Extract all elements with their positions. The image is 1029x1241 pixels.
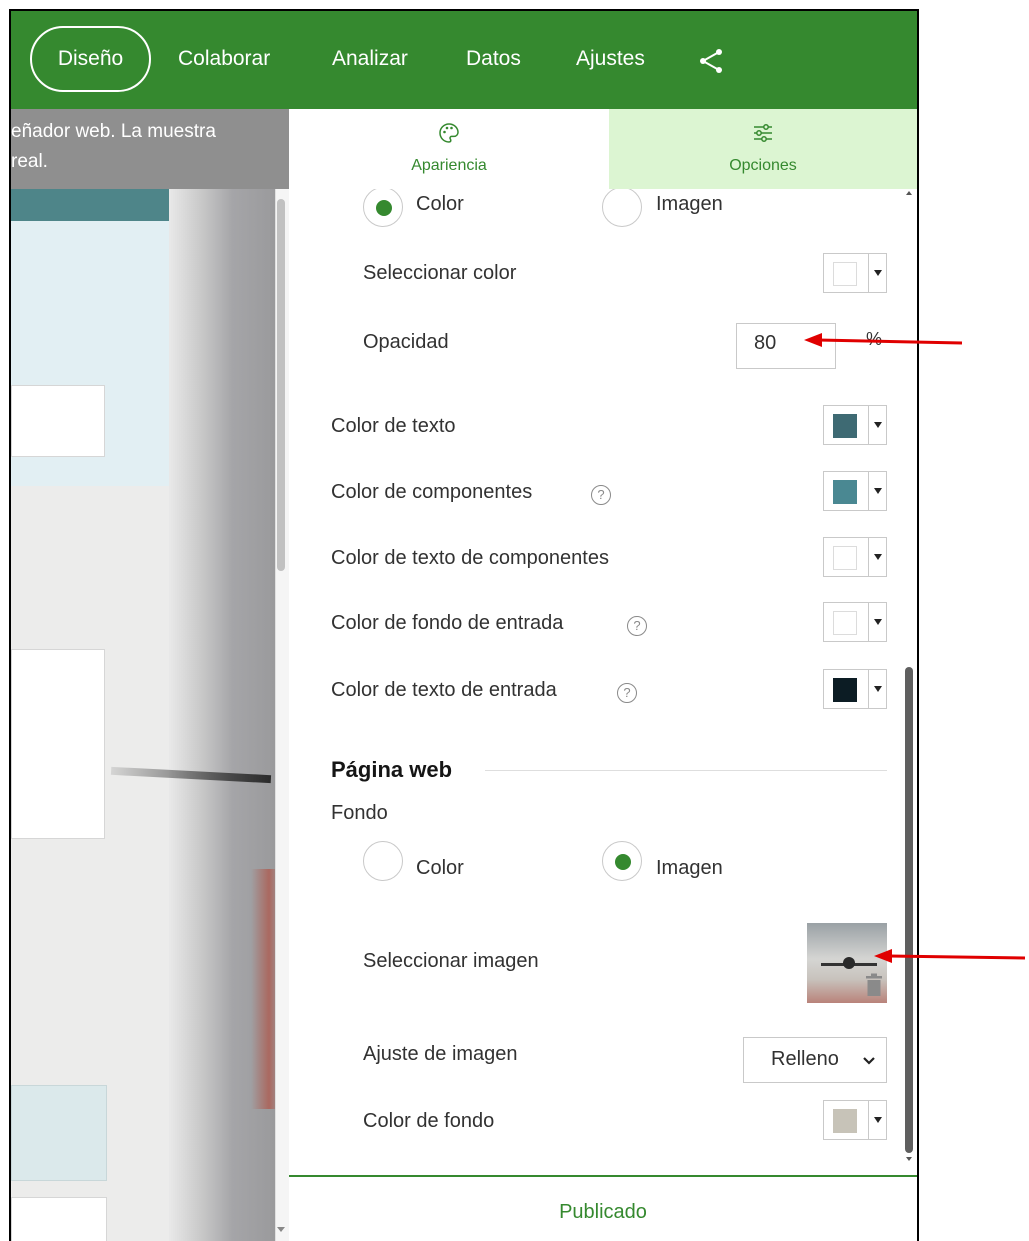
opacity-unit: % xyxy=(866,329,883,349)
help-icon[interactable]: ? xyxy=(627,616,647,636)
scroll-down-arrow[interactable] xyxy=(906,1157,912,1161)
trash-icon[interactable] xyxy=(865,973,883,997)
text-color-swatch[interactable] xyxy=(823,405,887,445)
tab-label: Opciones xyxy=(729,157,797,174)
color-chip xyxy=(833,611,857,635)
components-color-label: Color de componentes xyxy=(331,481,533,503)
swatch-divider xyxy=(868,406,869,444)
swatch-divider xyxy=(868,472,869,510)
select-color-swatch[interactable] xyxy=(823,253,887,293)
palette-icon xyxy=(439,123,459,143)
image-fit-select[interactable]: Relleno xyxy=(743,1037,887,1083)
swatch-divider xyxy=(868,603,869,641)
section-divider xyxy=(485,770,887,771)
panel-content: Color Imagen Seleccionar color Opacidad … xyxy=(289,189,901,1165)
preview-input-box xyxy=(11,385,105,457)
input-text-color-swatch[interactable] xyxy=(823,669,887,709)
color-chip xyxy=(833,414,857,438)
nav-item-analizar[interactable]: Analizar xyxy=(332,47,408,71)
text-color-label: Color de texto xyxy=(331,415,456,437)
input-bg-color-label: Color de fondo de entrada xyxy=(331,612,564,634)
select-color-label: Seleccionar color xyxy=(363,262,517,284)
caret-down-icon xyxy=(874,422,882,428)
preview-scrollbar-thumb[interactable] xyxy=(277,199,285,571)
nav-item-label: Diseño xyxy=(57,47,124,70)
help-icon[interactable]: ? xyxy=(591,485,611,505)
drone-image-detail xyxy=(843,957,855,969)
background-image-thumbnail[interactable] xyxy=(807,923,887,1003)
caret-down-icon xyxy=(874,488,882,494)
tab-apariencia[interactable]: Apariencia xyxy=(289,109,609,189)
bg-color-label: Color de fondo xyxy=(363,1110,495,1132)
nav-item-diseno[interactable]: Diseño xyxy=(30,26,151,92)
radio-color[interactable] xyxy=(363,841,403,881)
app-window: Diseño Colaborar Analizar Datos Ajustes … xyxy=(9,9,919,1241)
top-nav: Diseño Colaborar Analizar Datos Ajustes xyxy=(11,11,917,109)
caret-down-icon xyxy=(874,270,882,276)
swatch-divider xyxy=(868,670,869,708)
radio-color[interactable] xyxy=(363,189,403,227)
color-chip xyxy=(833,262,857,286)
nav-item-colaborar[interactable]: Colaborar xyxy=(178,47,270,71)
color-chip xyxy=(833,1109,857,1133)
opacity-label: Opacidad xyxy=(363,331,449,353)
preview-input-box xyxy=(11,1197,107,1241)
preview-component-box xyxy=(11,1085,107,1181)
image-fit-value: Relleno xyxy=(771,1048,839,1070)
nav-item-datos[interactable]: Datos xyxy=(466,47,521,71)
panel-footer: Publicado xyxy=(289,1175,917,1241)
color-chip xyxy=(833,480,857,504)
nav-item-label: Colaborar xyxy=(178,47,271,70)
color-chip xyxy=(833,678,857,702)
swatch-divider xyxy=(868,254,869,292)
swatch-divider xyxy=(868,538,869,576)
radio-imagen-label: Imagen xyxy=(656,193,723,215)
share-icon[interactable] xyxy=(697,47,725,75)
preview-textarea-box xyxy=(11,649,105,839)
caret-down-icon xyxy=(874,554,882,560)
chevron-down-icon xyxy=(863,1057,875,1065)
radio-imagen[interactable] xyxy=(602,841,642,881)
section-title-pagina-web: Página web xyxy=(331,757,453,782)
radio-color-label: Color xyxy=(416,857,464,879)
scroll-up-arrow[interactable] xyxy=(906,191,912,195)
caret-down-icon xyxy=(874,1117,882,1123)
tab-label: Apariencia xyxy=(411,157,487,174)
caret-down-icon xyxy=(874,619,882,625)
components-color-swatch[interactable] xyxy=(823,471,887,511)
nav-item-label: Ajustes xyxy=(576,47,645,70)
radio-color-label: Color xyxy=(416,193,464,215)
panel-scrollbar-thumb[interactable] xyxy=(905,667,913,1153)
opacity-input[interactable]: 80 xyxy=(736,323,836,369)
settings-panel: Apariencia Opciones Color Imagen Selecci… xyxy=(289,109,917,1241)
components-text-color-swatch[interactable] xyxy=(823,537,887,577)
preview-notice-line: eñador web. La muestra xyxy=(11,121,216,142)
input-bg-color-swatch[interactable] xyxy=(823,602,887,642)
nav-item-ajustes[interactable]: Ajustes xyxy=(576,47,645,71)
nav-item-label: Datos xyxy=(466,47,521,70)
color-chip xyxy=(833,546,857,570)
publish-status: Publicado xyxy=(559,1201,647,1223)
preview-notice: eñador web. La muestra real. xyxy=(11,109,289,189)
image-fit-label: Ajuste de imagen xyxy=(363,1043,518,1065)
radio-imagen[interactable] xyxy=(602,189,642,227)
nav-item-label: Analizar xyxy=(332,47,408,70)
preview-pane: eñador web. La muestra real. xyxy=(11,109,289,1241)
panel-tabs: Apariencia Opciones xyxy=(289,109,917,189)
components-text-color-label: Color de texto de componentes xyxy=(331,547,609,569)
select-image-label: Seleccionar imagen xyxy=(363,950,539,972)
sliders-icon xyxy=(754,124,772,142)
radio-imagen-label: Imagen xyxy=(656,857,723,879)
swatch-divider xyxy=(868,1101,869,1139)
panel-scrollbar[interactable] xyxy=(901,189,917,1165)
input-text-color-label: Color de texto de entrada xyxy=(331,679,557,701)
tab-opciones[interactable]: Opciones xyxy=(609,109,917,189)
caret-down-icon xyxy=(874,686,882,692)
preview-scroll-down-arrow[interactable] xyxy=(277,1227,285,1232)
background-label: Fondo xyxy=(331,802,388,824)
bg-color-swatch[interactable] xyxy=(823,1100,887,1140)
preview-notice-line: real. xyxy=(11,151,48,172)
help-icon[interactable]: ? xyxy=(617,683,637,703)
preview-header-bar xyxy=(11,189,169,221)
